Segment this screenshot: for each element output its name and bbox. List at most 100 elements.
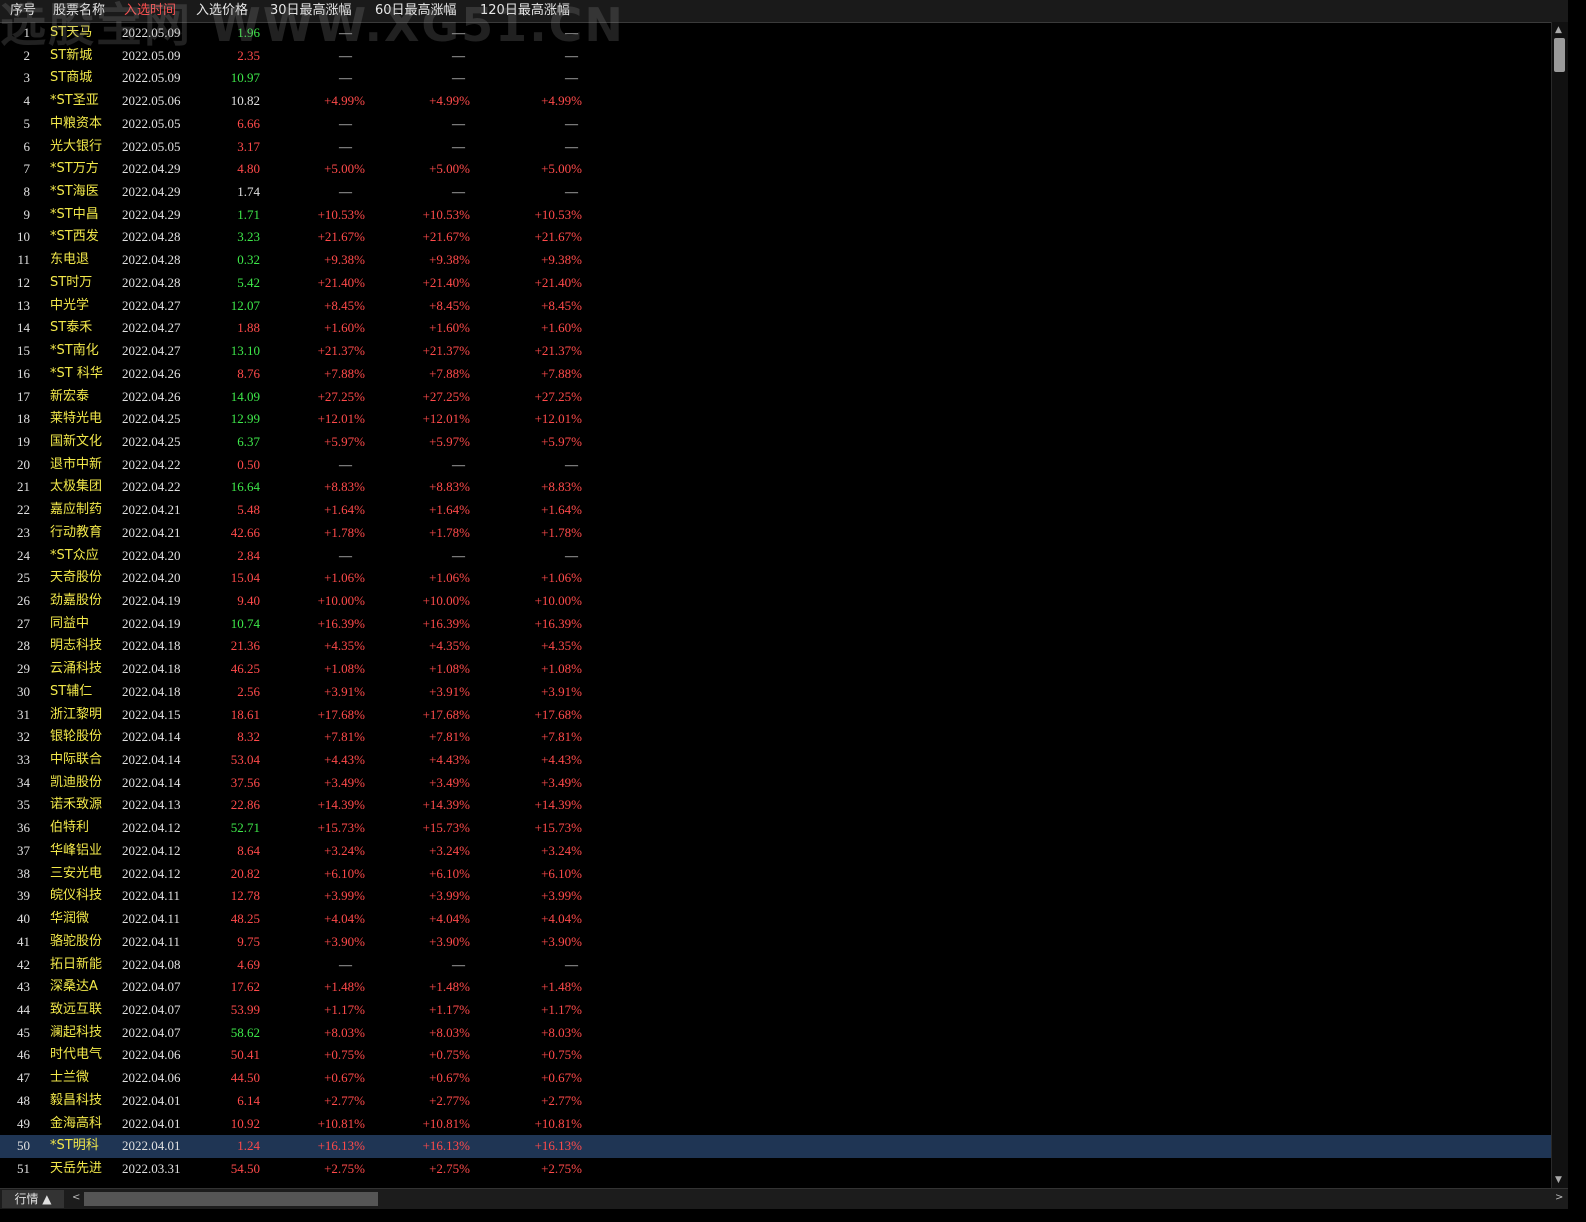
col-header-120d-max-gain[interactable]: 120日最高涨幅 xyxy=(480,3,570,19)
gain-30d: +1.17% xyxy=(324,1001,365,1017)
select-date: 2022.04.25 xyxy=(122,433,181,449)
table-row[interactable]: 25 天奇股份 2022.04.20 15.04 +1.06% +1.06% +1.06% xyxy=(0,567,1552,590)
table-row[interactable]: 26 劲嘉股份 2022.04.19 9.40 +10.00% +10.00% +10.00… xyxy=(0,590,1552,613)
table-row[interactable]: 6 光大银行 2022.05.05 3.17 — — — xyxy=(0,136,1552,159)
table-row[interactable]: 13 中光学 2022.04.27 12.07 +8.45% +8.45% +8.45% xyxy=(0,295,1552,318)
select-date: 2022.04.12 xyxy=(122,842,181,858)
table-row[interactable]: 47 士兰微 2022.04.06 44.50 +0.67% +0.67% +0.67% xyxy=(0,1067,1552,1090)
table-row[interactable]: 23 行动教育 2022.04.21 42.66 +1.78% +1.78% +1.78% xyxy=(0,522,1552,545)
gain-120d: +15.73% xyxy=(534,820,582,836)
table-row[interactable]: 3 ST商城 2022.05.09 10.97 — — — xyxy=(0,67,1552,90)
table-row[interactable]: 14 ST泰禾 2022.04.27 1.88 +1.60% +1.60% +1.60% xyxy=(0,317,1552,340)
table-row[interactable]: 43 深桑达A 2022.04.07 17.62 +1.48% +1.48% +1.48% xyxy=(0,976,1552,999)
gain-60d: +1.06% xyxy=(429,570,470,586)
table-row[interactable]: 24 *ST众应 2022.04.20 2.84 — — — xyxy=(0,545,1552,568)
gain-120d: +10.53% xyxy=(534,206,582,222)
scroll-right-icon[interactable]: > xyxy=(1555,1192,1563,1203)
table-row[interactable]: 15 *ST南化 2022.04.27 13.10 +21.37% +21.37% +21.… xyxy=(0,340,1552,363)
table-row[interactable]: 12 ST时万 2022.04.28 5.42 +21.40% +21.40% +21.40… xyxy=(0,272,1552,295)
col-header-select-price[interactable]: 入选价格 xyxy=(196,3,248,19)
table-row[interactable]: 19 国新文化 2022.04.25 6.37 +5.97% +5.97% +5.97% xyxy=(0,431,1552,454)
gain-30d: +7.81% xyxy=(324,729,365,745)
row-index: 48 xyxy=(17,1092,30,1108)
gain-120d: +1.60% xyxy=(541,320,582,336)
gain-30d: +8.03% xyxy=(324,1024,365,1040)
table-row[interactable]: 44 致远互联 2022.04.07 53.99 +1.17% +1.17% +1.17% xyxy=(0,999,1552,1022)
table-row[interactable]: 10 *ST西发 2022.04.28 3.23 +21.67% +21.67% +21.6… xyxy=(0,226,1552,249)
select-price: 13.10 xyxy=(230,343,260,359)
gain-60d: +21.67% xyxy=(422,229,470,245)
table-row[interactable]: 37 华峰铝业 2022.04.12 8.64 +3.24% +3.24% +3.24% xyxy=(0,840,1552,863)
table-row[interactable]: 22 嘉应制药 2022.04.21 5.48 +1.64% +1.64% +1.64% xyxy=(0,499,1552,522)
gain-60d: +1.78% xyxy=(429,524,470,540)
table-row[interactable]: 36 伯特利 2022.04.12 52.71 +15.73% +15.73% +15.73… xyxy=(0,817,1552,840)
table-row[interactable]: 41 骆驼股份 2022.04.11 9.75 +3.90% +3.90% +3.90% xyxy=(0,931,1552,954)
horizontal-scroll-thumb[interactable] xyxy=(84,1192,378,1206)
select-date: 2022.04.27 xyxy=(122,343,181,359)
select-date: 2022.04.01 xyxy=(122,1138,181,1154)
table-row[interactable]: 16 *ST 科华 2022.04.26 8.76 +7.88% +7.88% +7.88% xyxy=(0,363,1552,386)
market-tab[interactable]: 行情 ▲ xyxy=(2,1190,64,1208)
vertical-scrollbar[interactable]: ▲ ▼ xyxy=(1551,22,1568,1188)
gain-60d: — xyxy=(452,47,465,63)
table-row[interactable]: 9 *ST中昌 2022.04.29 1.71 +10.53% +10.53% +10.53… xyxy=(0,204,1552,227)
row-index: 39 xyxy=(17,888,30,904)
table-row[interactable]: 29 云涌科技 2022.04.18 46.25 +1.08% +1.08% +1.08% xyxy=(0,658,1552,681)
table-row[interactable]: 1 ST天马 2022.05.09 1.96 — — — xyxy=(0,22,1552,45)
table-row[interactable]: 4 *ST圣亚 2022.05.06 10.82 +4.99% +4.99% +4.99% xyxy=(0,90,1552,113)
table-row[interactable]: 21 太极集团 2022.04.22 16.64 +8.83% +8.83% +8.83% xyxy=(0,476,1552,499)
table-row[interactable]: 38 三安光电 2022.04.12 20.82 +6.10% +6.10% +6.10% xyxy=(0,863,1552,886)
row-index: 16 xyxy=(17,365,30,381)
table-row[interactable]: 8 *ST海医 2022.04.29 1.74 — — — xyxy=(0,181,1552,204)
gain-30d: — xyxy=(339,138,352,154)
gain-60d: — xyxy=(452,456,465,472)
col-header-60d-max-gain[interactable]: 60日最高涨幅 xyxy=(375,3,457,19)
table-row[interactable]: 28 明志科技 2022.04.18 21.36 +4.35% +4.35% +4.35% xyxy=(0,635,1552,658)
col-header-name[interactable]: 股票名称 xyxy=(53,3,105,19)
table-row[interactable]: 50 *ST明科 2022.04.01 1.24 +16.13% +16.13% +16.1… xyxy=(0,1135,1552,1158)
col-header-select-time[interactable]: 入选时间 xyxy=(124,3,176,19)
table-row[interactable]: 5 中粮资本 2022.05.05 6.66 — — — xyxy=(0,113,1552,136)
scroll-left-icon[interactable]: < xyxy=(72,1192,80,1203)
gain-30d: +4.04% xyxy=(324,911,365,927)
table-row[interactable]: 39 皖仪科技 2022.04.11 12.78 +3.99% +3.99% +3.99% xyxy=(0,885,1552,908)
gain-60d: +17.68% xyxy=(422,706,470,722)
gain-30d: — xyxy=(339,47,352,63)
table-row[interactable]: 35 诺禾致源 2022.04.13 22.86 +14.39% +14.39% +14.3… xyxy=(0,794,1552,817)
table-row[interactable]: 30 ST辅仁 2022.04.18 2.56 +3.91% +3.91% +3.91% xyxy=(0,681,1552,704)
table-row[interactable]: 49 金海高科 2022.04.01 10.92 +10.81% +10.81% +10.8… xyxy=(0,1113,1552,1136)
table-row[interactable]: 34 凯迪股份 2022.04.14 37.56 +3.49% +3.49% +3.49% xyxy=(0,772,1552,795)
table-row[interactable]: 17 新宏泰 2022.04.26 14.09 +27.25% +27.25% +27.25… xyxy=(0,386,1552,409)
gain-60d: +16.13% xyxy=(422,1138,470,1154)
gain-30d: +8.83% xyxy=(324,479,365,495)
stock-name: 致远互联 xyxy=(50,1001,103,1017)
table-row[interactable]: 2 ST新城 2022.05.09 2.35 — — — xyxy=(0,45,1552,68)
table-row[interactable]: 32 银轮股份 2022.04.14 8.32 +7.81% +7.81% +7.81% xyxy=(0,726,1552,749)
select-price: 6.14 xyxy=(237,1092,260,1108)
table-row[interactable]: 31 浙江黎明 2022.04.15 18.61 +17.68% +17.68% +17.6… xyxy=(0,704,1552,727)
col-header-index[interactable]: 序号 xyxy=(10,3,36,19)
table-row[interactable]: 51 天岳先进 2022.03.31 54.50 +2.75% +2.75% +2.75% xyxy=(0,1158,1552,1181)
gain-30d: +4.99% xyxy=(324,93,365,109)
row-index: 44 xyxy=(17,1001,30,1017)
gain-120d: +3.91% xyxy=(541,683,582,699)
table-row[interactable]: 46 时代电气 2022.04.06 50.41 +0.75% +0.75% +0.75% xyxy=(0,1044,1552,1067)
table-row[interactable]: 48 毅昌科技 2022.04.01 6.14 +2.77% +2.77% +2.77% xyxy=(0,1090,1552,1113)
table-row[interactable]: 40 华润微 2022.04.11 48.25 +4.04% +4.04% +4.04% xyxy=(0,908,1552,931)
table-row[interactable]: 20 退市中新 2022.04.22 0.50 — — — xyxy=(0,454,1552,477)
table-row[interactable]: 33 中际联合 2022.04.14 53.04 +4.43% +4.43% +4.43% xyxy=(0,749,1552,772)
table-row[interactable]: 18 莱特光电 2022.04.25 12.99 +12.01% +12.01% +12.0… xyxy=(0,408,1552,431)
col-header-30d-max-gain[interactable]: 30日最高涨幅 xyxy=(270,3,352,19)
scroll-up-icon[interactable]: ▲ xyxy=(1555,25,1562,35)
select-date: 2022.04.07 xyxy=(122,1024,181,1040)
gain-60d: +8.83% xyxy=(429,479,470,495)
scroll-down-icon[interactable]: ▼ xyxy=(1555,1175,1562,1185)
table-row[interactable]: 11 东电退 2022.04.28 0.32 +9.38% +9.38% +9.38% xyxy=(0,249,1552,272)
vertical-scroll-thumb[interactable] xyxy=(1554,38,1565,72)
gain-30d: +21.40% xyxy=(317,274,365,290)
gain-60d: — xyxy=(452,115,465,131)
table-row[interactable]: 7 *ST万方 2022.04.29 4.80 +5.00% +5.00% +5.00% xyxy=(0,158,1552,181)
table-row[interactable]: 42 拓日新能 2022.04.08 4.69 — — — xyxy=(0,954,1552,977)
table-row[interactable]: 45 澜起科技 2022.04.07 58.62 +8.03% +8.03% +8.03% xyxy=(0,1022,1552,1045)
table-row[interactable]: 27 同益中 2022.04.19 10.74 +16.39% +16.39% +16.39… xyxy=(0,613,1552,636)
